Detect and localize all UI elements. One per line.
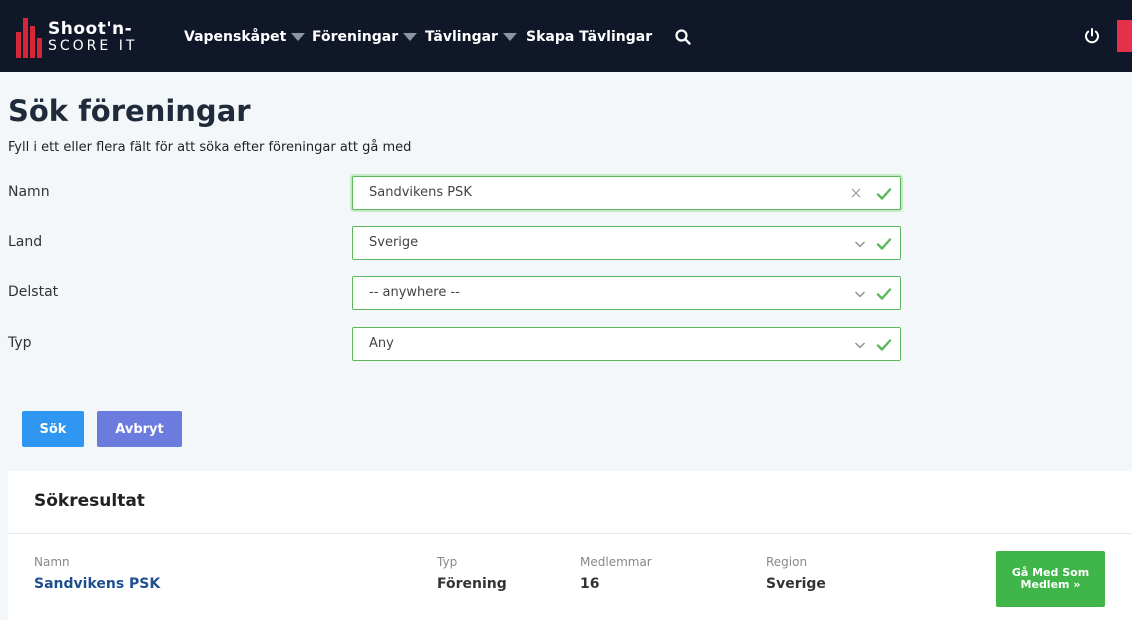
page-title: Sök föreningar <box>8 94 251 128</box>
result-type: Förening <box>437 576 507 592</box>
check-icon <box>876 238 892 250</box>
search-icon[interactable] <box>674 28 692 46</box>
namn-input-value: Sandvikens PSK <box>369 185 472 200</box>
result-member-count: 16 <box>580 576 600 592</box>
nav-item-skapa-tavlingar[interactable]: Skapa Tävlingar <box>526 29 652 45</box>
join-as-member-button[interactable]: Gå Med Som Medlem » <box>996 551 1105 607</box>
account-tab[interactable] <box>1117 20 1132 52</box>
namn-input[interactable]: Sandvikens PSK <box>352 176 901 210</box>
delstat-select-value: -- anywhere -- <box>369 285 460 300</box>
result-club-link[interactable]: Sandvikens PSK <box>34 576 160 592</box>
search-results-panel: Sökresultat Namn Sandvikens PSK Typ Före… <box>8 471 1132 620</box>
nav-item-label: Föreningar <box>312 29 399 45</box>
typ-select-value: Any <box>369 336 394 351</box>
delstat-label: Delstat <box>8 284 59 300</box>
land-select-value: Sverige <box>369 235 419 250</box>
clear-icon[interactable] <box>850 184 862 202</box>
shootnscoreit-logo[interactable]: Shoot'n- SCORE IT <box>16 16 142 58</box>
logo-text-bottom: SCORE IT <box>48 38 138 54</box>
nav-item-tavlingar[interactable]: Tävlingar <box>425 29 517 45</box>
check-icon <box>876 288 892 300</box>
typ-select[interactable]: Any <box>352 327 901 361</box>
nav-item-label: Skapa Tävlingar <box>526 29 653 45</box>
logo-text-top: Shoot'n- <box>48 19 133 39</box>
delstat-select[interactable]: -- anywhere -- <box>352 276 901 310</box>
col-label-namn: Namn <box>34 555 70 569</box>
col-label-typ: Typ <box>437 555 458 569</box>
results-title: Sökresultat <box>34 491 145 511</box>
chevron-down-icon[interactable] <box>854 238 866 250</box>
nav-item-foreningar[interactable]: Föreningar <box>312 29 418 45</box>
chevron-down-icon[interactable] <box>854 288 866 300</box>
check-icon <box>876 188 892 200</box>
top-navbar: Shoot'n- SCORE IT Vapenskåpet Föreningar… <box>0 0 1132 72</box>
result-region: Sverige <box>766 576 826 592</box>
land-label: Land <box>8 234 43 250</box>
logo-bars-icon <box>16 16 46 58</box>
cancel-button[interactable]: Avbryt <box>97 411 182 447</box>
check-icon <box>876 339 892 351</box>
power-icon[interactable] <box>1083 27 1101 45</box>
results-divider <box>8 533 1132 534</box>
caret-down-icon <box>403 33 418 41</box>
nav-item-label: Tävlingar <box>425 29 498 45</box>
col-label-medlemmar: Medlemmar <box>580 555 652 569</box>
col-label-region: Region <box>766 555 808 569</box>
nav-item-label: Vapenskåpet <box>184 29 287 45</box>
chevron-down-icon[interactable] <box>854 339 866 351</box>
caret-down-icon <box>502 33 517 41</box>
caret-down-icon <box>291 33 306 41</box>
namn-label: Namn <box>8 184 50 200</box>
page-subtitle: Fyll i ett eller flera fält för att söka… <box>8 140 412 155</box>
land-select[interactable]: Sverige <box>352 226 901 260</box>
typ-label: Typ <box>8 335 32 351</box>
search-button[interactable]: Sök <box>22 411 84 447</box>
nav-item-vapenskapet[interactable]: Vapenskåpet <box>184 29 306 45</box>
